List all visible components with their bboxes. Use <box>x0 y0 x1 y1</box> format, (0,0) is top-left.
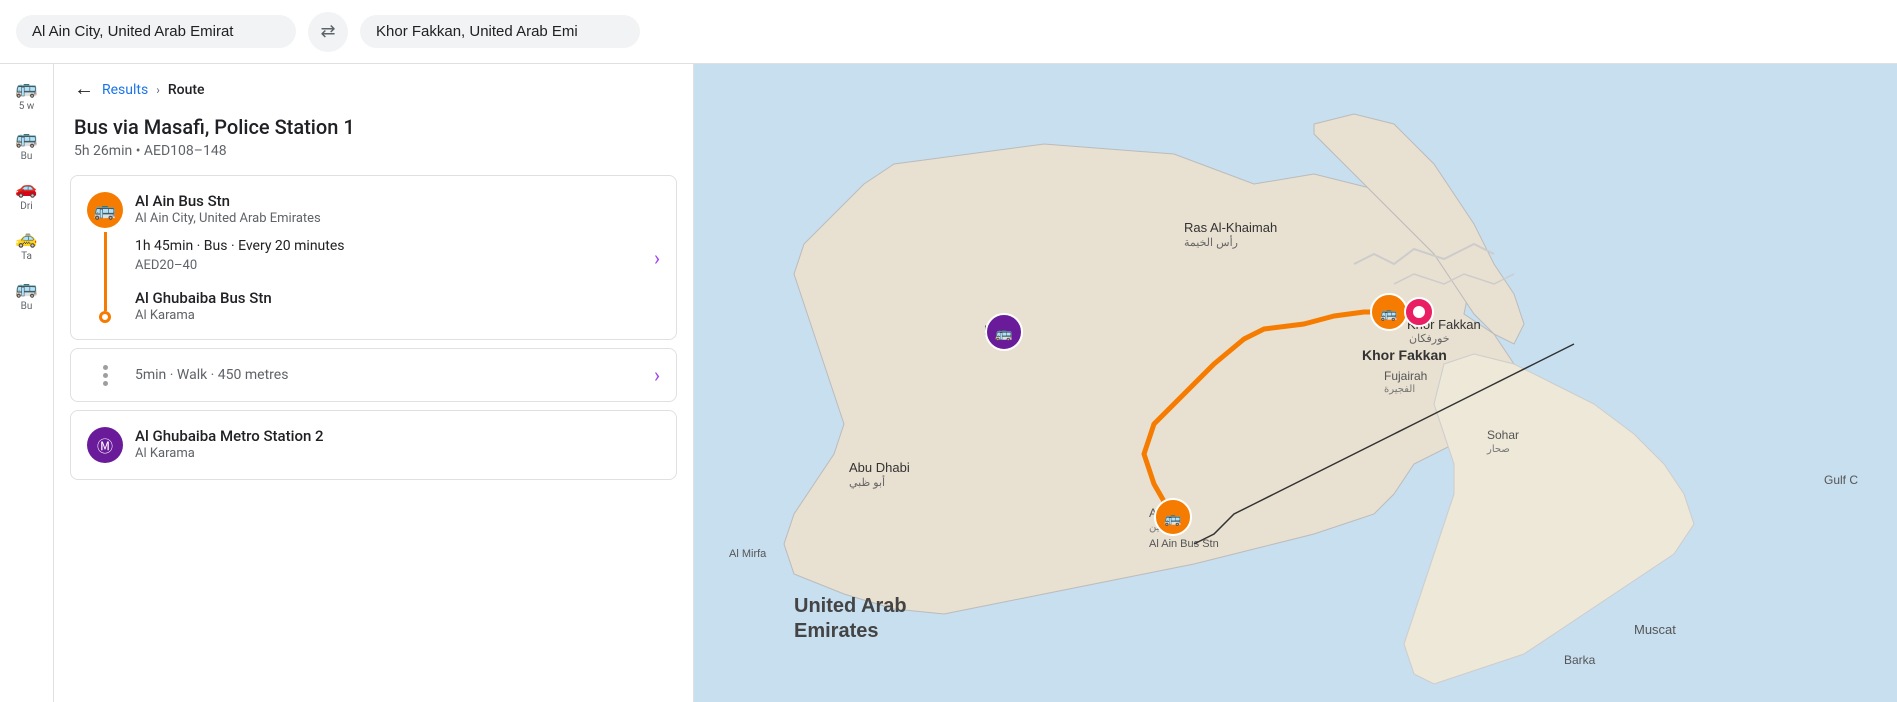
sidebar-label-3: Ta <box>21 251 32 262</box>
svg-text:Gulf C: Gulf C <box>1824 473 1858 487</box>
bus-segment-card: 🚌 Al Ain Bus Stn Al Ain City, United Ara… <box>70 175 677 340</box>
back-button[interactable]: ← <box>74 78 94 101</box>
metro-stop-sub: Al Karama <box>135 446 660 461</box>
breadcrumb: ← Results › Route <box>54 64 693 111</box>
route-meta: 5h 26min • AED108–148 <box>74 143 673 159</box>
walk-dot-3 <box>103 381 108 386</box>
svg-text:Emirates: Emirates <box>794 620 879 642</box>
mode-icon-0: 🚌 <box>15 78 37 99</box>
mode-icon-3: 🚕 <box>15 228 37 249</box>
svg-text:Abu Dhabi: Abu Dhabi <box>849 460 910 475</box>
metro-segment: Ⓜ Al Ghubaiba Metro Station 2 Al Karama <box>70 410 677 480</box>
walk-dots-icon <box>87 365 123 386</box>
svg-text:Al Mirfa: Al Mirfa <box>729 548 767 560</box>
svg-text:Khor Fakkan: Khor Fakkan <box>1362 347 1447 363</box>
sidebar-item-0[interactable]: 🚌 5 w <box>0 72 53 118</box>
route-panel: ← Results › Route Bus via Masafi, Police… <box>54 64 694 702</box>
svg-text:Barka: Barka <box>1564 653 1596 667</box>
dest-stop-sub: Al Karama <box>135 308 642 323</box>
destination-input[interactable] <box>360 15 640 48</box>
svg-text:🚌: 🚌 <box>1164 511 1182 527</box>
route-title: Bus via Masafi, Police Station 1 <box>74 115 673 139</box>
bus-segment-main: 🚌 Al Ain Bus Stn Al Ain City, United Ara… <box>71 176 676 339</box>
svg-text:🚌: 🚌 <box>995 326 1013 342</box>
svg-text:رأس الخيمة: رأس الخيمة <box>1184 235 1238 249</box>
route-duration: 5h 26min <box>74 143 132 159</box>
back-icon: ← <box>74 78 94 101</box>
svg-text:صحار: صحار <box>1486 444 1510 455</box>
sidebar-item-3[interactable]: 🚕 Ta <box>0 222 53 268</box>
walk-info: 5min · Walk · 450 metres <box>135 367 642 383</box>
svg-text:خورفكان: خورفكان <box>1409 333 1450 345</box>
bus-info-main: 1h 45min · Bus · Every 20 minutes <box>135 238 642 254</box>
svg-text:Sohar: Sohar <box>1487 428 1519 442</box>
svg-text:الفجيرة: الفجيرة <box>1384 384 1415 395</box>
breadcrumb-current: Route <box>168 82 205 98</box>
dest-stop-name: Al Ghubaiba Bus Stn <box>135 289 642 307</box>
header: ⇄ <box>0 0 1897 64</box>
bus-end-dot <box>99 311 111 323</box>
origin-input[interactable] <box>16 15 296 48</box>
svg-text:Ras Al-Khaimah: Ras Al-Khaimah <box>1184 220 1277 235</box>
svg-text:Fujairah: Fujairah <box>1384 369 1427 383</box>
sidebar-item-4[interactable]: 🚌 Bu <box>0 272 53 318</box>
bus-icon: 🚌 <box>94 200 116 221</box>
origin-stop-sub: Al Ain City, United Arab Emirates <box>135 211 642 226</box>
sidebar-label-4: Bu <box>21 301 33 312</box>
metro-icon: Ⓜ <box>97 433 113 457</box>
bus-fare: AED20–40 <box>135 258 642 273</box>
walk-segment[interactable]: 5min · Walk · 450 metres › <box>70 348 677 402</box>
route-title-section: Bus via Masafi, Police Station 1 5h 26mi… <box>54 111 693 175</box>
swap-button[interactable]: ⇄ <box>308 12 348 52</box>
sidebar-label-1: Bu <box>21 151 33 162</box>
metro-segment-content: Al Ghubaiba Metro Station 2 Al Karama <box>135 427 660 461</box>
sidebar-narrow: 🚌 5 w 🚌 Bu 🚗 Dri 🚕 Ta 🚌 Bu <box>0 64 54 702</box>
results-link[interactable]: Results <box>102 82 148 98</box>
svg-text:United Arab: United Arab <box>794 595 907 617</box>
sidebar-item-2[interactable]: 🚗 Dri <box>0 172 53 218</box>
metro-icon-circle: Ⓜ <box>87 427 123 463</box>
origin-stop-name: Al Ain Bus Stn <box>135 192 642 210</box>
walk-chevron[interactable]: › <box>654 363 660 387</box>
sidebar-label-0: 5 w <box>19 101 35 112</box>
walk-dot-1 <box>103 365 108 370</box>
breadcrumb-separator: › <box>156 83 160 97</box>
route-sep: • <box>136 143 144 159</box>
sidebar-item-1[interactable]: 🚌 Bu <box>0 122 53 168</box>
svg-text:Muscat: Muscat <box>1634 622 1676 637</box>
mode-icon-2: 🚗 <box>15 178 37 199</box>
main-layout: 🚌 5 w 🚌 Bu 🚗 Dri 🚕 Ta 🚌 Bu ← Results › <box>0 64 1897 702</box>
map-svg: Ras Al-Khaimah رأس الخيمة Du Khor Fakkan… <box>694 64 1897 702</box>
bus-icon-col: 🚌 <box>87 192 123 323</box>
swap-icon: ⇄ <box>320 21 335 42</box>
mode-icon-1: 🚌 <box>15 128 37 149</box>
svg-text:Al Ain Bus Stn: Al Ain Bus Stn <box>1149 538 1219 550</box>
route-segments: 🚌 Al Ain Bus Stn Al Ain City, United Ara… <box>54 175 693 488</box>
bus-segment-content: Al Ain Bus Stn Al Ain City, United Arab … <box>135 192 642 323</box>
bus-route-line <box>104 232 107 311</box>
bus-segment-chevron[interactable]: › <box>654 192 660 323</box>
walk-dot-2 <box>103 373 108 378</box>
route-fare: AED108–148 <box>144 143 227 159</box>
mode-icon-4: 🚌 <box>15 278 37 299</box>
map-area[interactable]: Ras Al-Khaimah رأس الخيمة Du Khor Fakkan… <box>694 64 1897 702</box>
svg-text:أبو ظبي: أبو ظبي <box>849 475 885 489</box>
metro-stop-name: Al Ghubaiba Metro Station 2 <box>135 427 660 445</box>
bus-segment-info: 1h 45min · Bus · Every 20 minutes AED20–… <box>135 238 642 273</box>
svg-text:🚌: 🚌 <box>1380 306 1398 322</box>
sidebar-label-2: Dri <box>20 201 32 212</box>
bus-icon-circle: 🚌 <box>87 192 123 228</box>
